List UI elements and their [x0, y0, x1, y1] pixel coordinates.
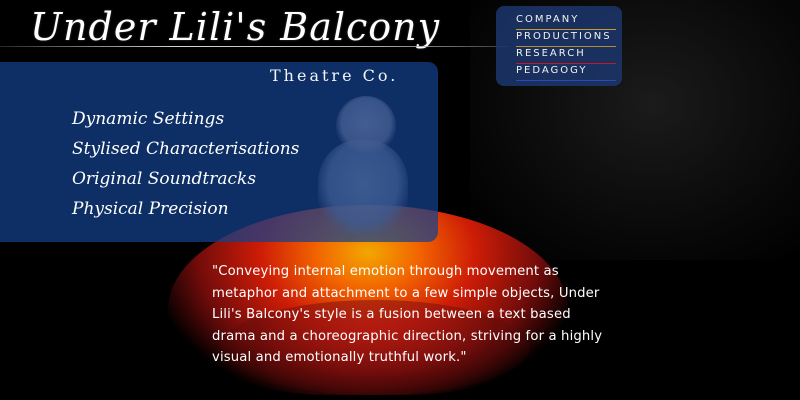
- nav-company-link[interactable]: COMPANY: [516, 13, 618, 30]
- title-underline: [0, 46, 510, 47]
- feature-item: Dynamic Settings: [72, 109, 225, 129]
- nav-pedagogy-label: PEDAGOGY: [516, 65, 588, 76]
- feature-list: Dynamic Settings Stylised Characterisati…: [72, 104, 299, 224]
- site-subtitle: Theatre Co.: [270, 66, 398, 85]
- nav-productions-link[interactable]: PRODUCTIONS: [516, 30, 618, 47]
- site-title: Under Lili's Balcony: [30, 5, 441, 49]
- feature-item: Original Soundtracks: [72, 169, 257, 189]
- site-header: Under Lili's Balcony: [0, 0, 520, 60]
- company-quote: "Conveying internal emotion through move…: [212, 264, 603, 365]
- nav-pedagogy-link[interactable]: PEDAGOGY: [516, 64, 618, 81]
- main-nav: COMPANY PRODUCTIONS RESEARCH PEDAGOGY: [496, 6, 622, 86]
- nav-research-label: RESEARCH: [516, 48, 586, 59]
- feature-item: Physical Precision: [72, 199, 229, 219]
- nav-research-link[interactable]: RESEARCH: [516, 47, 618, 64]
- feature-item: Stylised Characterisations: [72, 139, 300, 159]
- nav-productions-label: PRODUCTIONS: [516, 31, 612, 42]
- nav-company-label: COMPANY: [516, 14, 580, 25]
- subtitle-text: Theatre Co.: [270, 66, 399, 85]
- nav-pedagogy-underline: [516, 80, 616, 81]
